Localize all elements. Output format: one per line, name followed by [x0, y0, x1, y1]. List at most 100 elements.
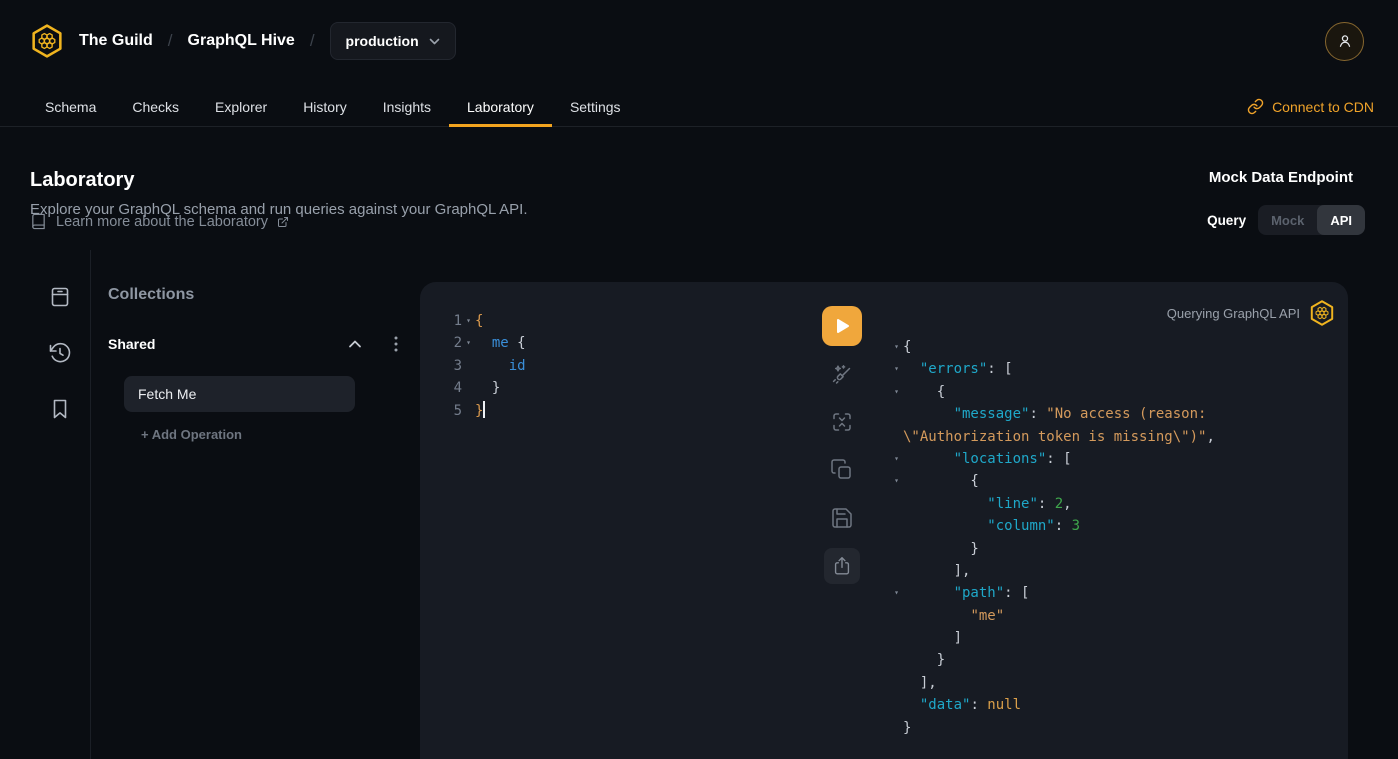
- fold-arrow-icon[interactable]: ▾: [890, 470, 903, 492]
- hive-logo-icon[interactable]: [30, 24, 64, 58]
- fold-gutter: [890, 560, 903, 582]
- learn-more-label: Learn more about the Laboratory: [56, 214, 268, 230]
- code-line[interactable]: }: [475, 377, 500, 399]
- tab-list: SchemaChecksExplorerHistoryInsightsLabor…: [27, 87, 639, 126]
- response-line-row: "column": 3: [890, 515, 1215, 537]
- laboratory-workspace: Collections Shared Fetch Me + Add Operat…: [0, 250, 1398, 759]
- breadcrumb: The Guild / GraphQL Hive / production: [30, 22, 1325, 60]
- chevron-up-icon[interactable]: [348, 339, 362, 349]
- kebab-menu-icon[interactable]: [394, 336, 398, 352]
- book-icon: [30, 213, 47, 230]
- fold-arrow-icon[interactable]: ▾: [890, 582, 903, 604]
- code-line[interactable]: }: [903, 649, 945, 671]
- share-button[interactable]: [824, 548, 860, 584]
- toggle-option-api[interactable]: API: [1317, 205, 1365, 235]
- editor-sidebar: [0, 250, 91, 759]
- query-editor[interactable]: 1▾{2▾ me {3 id4 }5}: [438, 310, 526, 422]
- response-line-row: ▾{: [890, 336, 1215, 358]
- fold-gutter: [890, 403, 903, 425]
- code-line[interactable]: "me": [903, 605, 1004, 627]
- org-name[interactable]: The Guild: [79, 32, 153, 50]
- code-line[interactable]: {: [903, 336, 911, 358]
- code-line[interactable]: ]: [903, 627, 962, 649]
- merge-fragments-icon[interactable]: [830, 410, 854, 434]
- page-title: Laboratory: [30, 169, 134, 192]
- tab-insights[interactable]: Insights: [365, 87, 449, 126]
- bookmark-icon[interactable]: [48, 397, 72, 421]
- code-line[interactable]: ],: [903, 560, 970, 582]
- mock-api-toggle: MockAPI: [1258, 205, 1365, 235]
- tab-schema[interactable]: Schema: [27, 87, 114, 126]
- fold-arrow-icon[interactable]: ▾: [462, 332, 475, 354]
- code-line[interactable]: }: [903, 717, 911, 739]
- fold-arrow-icon[interactable]: ▾: [890, 448, 903, 470]
- code-line[interactable]: id: [475, 355, 526, 377]
- execute-query-button[interactable]: [822, 306, 862, 346]
- prettify-icon[interactable]: [830, 363, 854, 387]
- tab-explorer[interactable]: Explorer: [197, 87, 285, 126]
- endpoint-toggle-row: Query MockAPI: [1207, 205, 1365, 235]
- code-line[interactable]: "column": 3: [903, 515, 1080, 537]
- code-line[interactable]: "message": "No access (reason:: [903, 403, 1206, 425]
- response-line-row: ],: [890, 672, 1215, 694]
- response-line-row: ▾ {: [890, 470, 1215, 492]
- target-selector[interactable]: production: [330, 22, 456, 60]
- link-icon: [1247, 98, 1264, 115]
- query-line-row: 1▾{: [438, 310, 526, 332]
- code-line[interactable]: {: [903, 381, 945, 403]
- docs-icon[interactable]: [48, 285, 72, 309]
- code-line[interactable]: me {: [475, 332, 526, 354]
- fold-arrow-icon[interactable]: ▾: [890, 358, 903, 380]
- code-line[interactable]: }: [903, 538, 979, 560]
- learn-more-link[interactable]: Learn more about the Laboratory: [30, 213, 289, 230]
- fold-gutter: [890, 627, 903, 649]
- project-name[interactable]: GraphQL Hive: [188, 32, 295, 50]
- top-bar: The Guild / GraphQL Hive / production: [0, 0, 1398, 82]
- code-line[interactable]: ],: [903, 672, 937, 694]
- fold-arrow-icon[interactable]: ▾: [462, 310, 475, 332]
- user-avatar-button[interactable]: [1325, 22, 1364, 61]
- history-icon[interactable]: [48, 341, 72, 365]
- fold-gutter: [462, 377, 475, 399]
- query-line-row: 3 id: [438, 355, 526, 377]
- save-icon[interactable]: [830, 506, 854, 530]
- toggle-option-mock[interactable]: Mock: [1258, 205, 1317, 235]
- fold-gutter: [890, 515, 903, 537]
- collections-title: Collections: [108, 286, 194, 304]
- response-line-row: "me": [890, 605, 1215, 627]
- line-number: 3: [438, 355, 462, 377]
- code-line[interactable]: "errors": [: [903, 358, 1013, 380]
- fold-arrow-icon[interactable]: ▾: [890, 381, 903, 403]
- fold-gutter: [890, 493, 903, 515]
- tab-settings[interactable]: Settings: [552, 87, 639, 126]
- code-line[interactable]: {: [475, 310, 483, 332]
- tab-laboratory[interactable]: Laboratory: [449, 87, 552, 126]
- query-line-row: 4 }: [438, 377, 526, 399]
- code-line[interactable]: "locations": [: [903, 448, 1072, 470]
- response-line-row: ▾ "path": [: [890, 582, 1215, 604]
- code-line[interactable]: {: [903, 470, 979, 492]
- share-icon: [831, 555, 853, 577]
- fold-gutter: [890, 672, 903, 694]
- collection-group-row[interactable]: Shared: [108, 336, 398, 352]
- hive-logo-icon: [1309, 300, 1335, 326]
- response-status: Querying GraphQL API: [1167, 300, 1335, 326]
- copy-query-icon[interactable]: [830, 458, 854, 482]
- code-line[interactable]: "line": 2,: [903, 493, 1072, 515]
- code-line[interactable]: "data": null: [903, 694, 1021, 716]
- app-frame: The Guild / GraphQL Hive / production Sc…: [0, 0, 1398, 759]
- response-viewer[interactable]: ▾{▾ "errors": [▾ { "message": "No access…: [890, 336, 1215, 739]
- fold-gutter: [890, 717, 903, 739]
- fold-arrow-icon[interactable]: ▾: [890, 336, 903, 358]
- add-operation-button[interactable]: + Add Operation: [141, 427, 242, 442]
- code-line[interactable]: "path": [: [903, 582, 1029, 604]
- response-status-label: Querying GraphQL API: [1167, 306, 1300, 321]
- collection-operation-item[interactable]: Fetch Me: [124, 376, 355, 412]
- code-line[interactable]: \"Authorization token is missing\")",: [903, 426, 1215, 448]
- connect-to-cdn-button[interactable]: Connect to CDN: [1247, 87, 1374, 126]
- query-line-row: 2▾ me {: [438, 332, 526, 354]
- code-line[interactable]: }: [475, 400, 485, 422]
- tab-history[interactable]: History: [285, 87, 365, 126]
- tab-checks[interactable]: Checks: [114, 87, 197, 126]
- response-line-row: }: [890, 717, 1215, 739]
